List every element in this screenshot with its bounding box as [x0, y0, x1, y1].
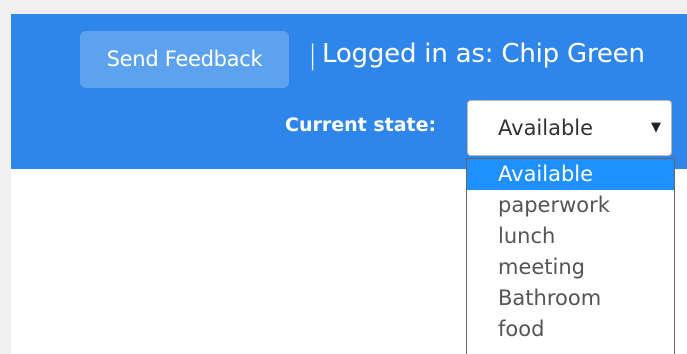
top-header-bar: Send Feedback | Logged in as: Chip Green…	[11, 14, 687, 169]
state-option-available[interactable]: Available	[467, 159, 674, 190]
current-state-label: Current state:	[285, 114, 437, 136]
send-feedback-button[interactable]: Send Feedback	[80, 31, 289, 88]
current-state-dropdown-list: Available paperwork lunch meeting Bathro…	[466, 158, 675, 354]
state-option-food[interactable]: food	[467, 314, 674, 345]
chevron-down-icon: ▼	[651, 120, 661, 135]
header-separator: |	[308, 40, 318, 71]
state-option-bathroom[interactable]: Bathroom	[467, 283, 674, 314]
state-option-paperwork[interactable]: paperwork	[467, 190, 674, 221]
state-option-meeting[interactable]: meeting	[467, 252, 674, 283]
logged-in-user-text: Logged in as: Chip Green	[322, 39, 645, 69]
current-state-select[interactable]: Available ▼	[467, 100, 672, 156]
current-state-value: Available	[498, 116, 594, 140]
page-content: Send Feedback | Logged in as: Chip Green…	[11, 14, 687, 354]
state-option-lunch[interactable]: lunch	[467, 221, 674, 252]
